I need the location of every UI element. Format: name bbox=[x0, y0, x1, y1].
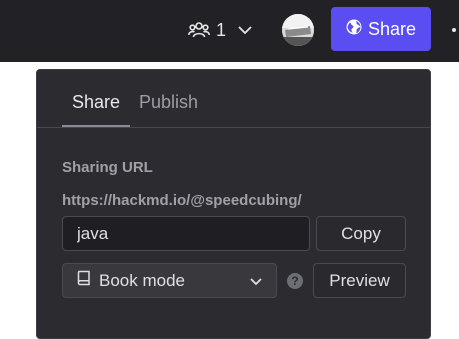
view-mode-label: Book mode bbox=[99, 270, 185, 290]
online-user-count: 1 bbox=[216, 19, 227, 40]
share-tabs: Share Publish bbox=[37, 70, 430, 128]
url-slug-input[interactable] bbox=[62, 216, 310, 251]
sharing-url-prefix: https://hackmd.io/@speedcubing/ bbox=[62, 192, 302, 209]
top-bar: 1 Share bbox=[0, 0, 459, 62]
globe-icon bbox=[346, 19, 362, 40]
user-avatar[interactable] bbox=[282, 14, 314, 46]
more-icon[interactable] bbox=[450, 20, 459, 40]
copy-button[interactable]: Copy bbox=[316, 216, 406, 251]
share-button[interactable]: Share bbox=[331, 7, 431, 51]
help-icon[interactable]: ? bbox=[287, 273, 303, 289]
chevron-down-icon bbox=[250, 271, 262, 291]
users-icon bbox=[188, 21, 210, 39]
tab-share[interactable]: Share bbox=[72, 92, 120, 113]
preview-button[interactable]: Preview bbox=[313, 263, 406, 298]
share-button-label: Share bbox=[367, 18, 417, 39]
tab-publish[interactable]: Publish bbox=[139, 92, 198, 113]
chevron-down-icon bbox=[238, 25, 252, 35]
active-tab-indicator bbox=[62, 125, 130, 127]
sharing-url-heading: Sharing URL bbox=[62, 159, 153, 176]
share-panel: Share Publish Sharing URL https://hackmd… bbox=[36, 69, 431, 339]
view-mode-select[interactable]: Book mode bbox=[62, 263, 277, 298]
book-icon bbox=[77, 270, 91, 291]
online-users-button[interactable]: 1 bbox=[188, 17, 252, 43]
